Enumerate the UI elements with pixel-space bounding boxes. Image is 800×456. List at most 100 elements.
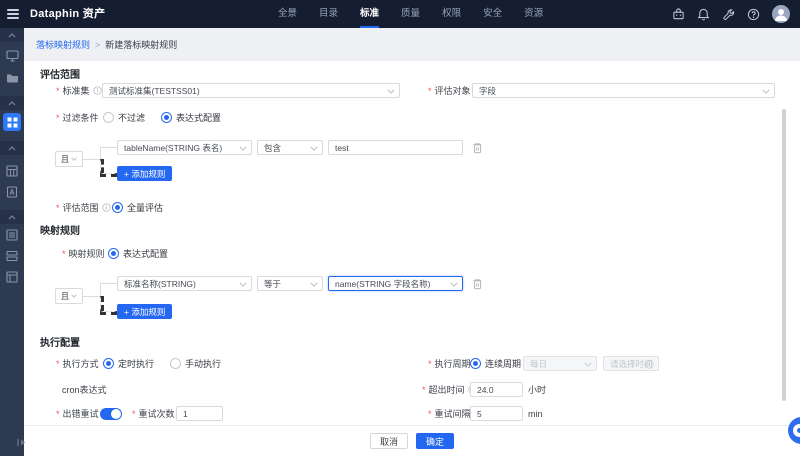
- left-sidebar: [0, 28, 24, 456]
- workbench-icon[interactable]: [672, 8, 685, 21]
- section-title-exec-config: 执行配置: [40, 334, 80, 349]
- mapping-rule-label: * 映射规则: [62, 246, 105, 261]
- chevron-down-icon: [71, 157, 77, 161]
- breadcrumb: 落标映射规则 > 新建落标映射规则: [24, 28, 800, 61]
- brand-logo[interactable]: Dataphin 资产: [30, 0, 105, 28]
- nav-quality[interactable]: 质量: [401, 0, 420, 28]
- nav-standard[interactable]: 标准: [360, 0, 379, 28]
- person-icon: [772, 5, 790, 23]
- radio-manual-execution[interactable]: 手动执行: [170, 357, 221, 370]
- rule1-field-select[interactable]: tableName(STRING 表名): [117, 140, 252, 155]
- delete-rule-icon[interactable]: [472, 278, 483, 290]
- nav-resource[interactable]: 资源: [524, 0, 543, 28]
- rule1-value-input[interactable]: test: [328, 140, 463, 155]
- breadcrumb-separator: >: [95, 40, 100, 50]
- retry-toggle-on[interactable]: [100, 408, 122, 420]
- nav-permission[interactable]: 权限: [442, 0, 461, 28]
- sidebar-group-toggle[interactable]: [0, 28, 24, 42]
- sidebar-group-toggle[interactable]: [0, 210, 24, 224]
- conjunction-select-1[interactable]: 且: [55, 151, 83, 167]
- sidebar-item-mapping-rules-active[interactable]: [0, 113, 24, 131]
- chevron-up-icon: [8, 101, 16, 106]
- nav-security[interactable]: 安全: [483, 0, 502, 28]
- frequency-select-disabled[interactable]: 每日: [523, 356, 597, 371]
- bell-icon[interactable]: [697, 8, 710, 21]
- required-marker: *: [56, 359, 60, 369]
- sidebar-item-list-3[interactable]: [0, 271, 24, 283]
- radio-mapping-expression[interactable]: 表达式配置: [108, 247, 168, 260]
- sidebar-item-dashboard[interactable]: [0, 50, 24, 62]
- eval-object-label: * 评估对象: [428, 83, 471, 98]
- required-marker: *: [56, 409, 60, 419]
- chevron-up-icon: [8, 215, 16, 220]
- book-a-icon: [6, 186, 18, 198]
- rule1-operator-select[interactable]: 包含: [257, 140, 323, 155]
- connector-line: [100, 147, 117, 148]
- help-icon[interactable]: [747, 8, 760, 21]
- delete-rule-icon[interactable]: [472, 142, 483, 154]
- cancel-button[interactable]: 取消: [370, 433, 408, 449]
- rows-icon: [6, 250, 18, 262]
- exec-mode-radio-group: 定时执行 手动执行: [103, 356, 221, 370]
- panel-icon: [6, 271, 18, 283]
- confirm-button[interactable]: 确定: [416, 433, 454, 449]
- form-panel: 评估范围 * 标准集 测试标准集(TESTSS01) * 评估对象 字段 * 过…: [24, 61, 800, 425]
- chevron-down-icon: [239, 146, 247, 151]
- vertical-scrollbar[interactable]: [782, 109, 786, 401]
- add-rule-button-1[interactable]: + 添加规则: [117, 166, 172, 181]
- add-rule-button-2[interactable]: + 添加规则: [117, 304, 172, 319]
- retry-interval-unit: min: [528, 406, 543, 421]
- required-marker: *: [62, 249, 66, 259]
- time-picker-disabled[interactable]: 请选择时间: [603, 356, 659, 371]
- nav-overview[interactable]: 全景: [278, 0, 297, 28]
- exec-mode-label: * 执行方式: [56, 356, 99, 371]
- sidebar-item-dictionary[interactable]: [0, 186, 24, 198]
- retry-label: * 出错重试: [56, 406, 99, 421]
- retry-count-input[interactable]: 1: [176, 406, 223, 421]
- rule2-value-select-focused[interactable]: name(STRING 字段名称): [328, 276, 463, 291]
- tool-icon[interactable]: [722, 8, 735, 21]
- radio-continuous-cycle[interactable]: 连续周期: [470, 357, 521, 370]
- section-title-eval-scope: 评估范围: [40, 66, 80, 81]
- info-icon[interactable]: [93, 86, 102, 95]
- chevron-down-icon: [310, 146, 318, 151]
- user-avatar[interactable]: [772, 5, 790, 23]
- radio-full-evaluation[interactable]: 全量评估: [112, 201, 163, 214]
- retry-count-label: * 重试次数: [132, 406, 175, 421]
- radio-timed-execution[interactable]: 定时执行: [103, 357, 154, 370]
- chevron-down-icon: [762, 89, 770, 94]
- sidebar-expand-handle[interactable]: [16, 434, 27, 452]
- exec-cycle-label: * 执行周期: [428, 356, 471, 371]
- radio-icon: [112, 202, 123, 213]
- sidebar-item-directory[interactable]: [0, 72, 24, 83]
- hamburger-menu-icon[interactable]: [7, 9, 19, 19]
- breadcrumb-parent-link[interactable]: 落标映射规则: [36, 38, 90, 51]
- breadcrumb-current: 新建落标映射规则: [105, 38, 177, 51]
- clock-icon: [645, 360, 654, 369]
- retry-interval-input[interactable]: 5: [470, 406, 523, 421]
- info-icon[interactable]: [102, 203, 111, 212]
- timeout-input[interactable]: 24.0: [470, 382, 523, 397]
- conjunction-select-2[interactable]: 且: [55, 288, 83, 304]
- rule2-operator-select[interactable]: 等于: [257, 276, 323, 291]
- table-icon: [6, 165, 18, 177]
- eval-object-select[interactable]: 字段: [472, 83, 775, 98]
- chevron-up-icon: [8, 33, 16, 38]
- top-nav: 全景 目录 标准 质量 权限 安全 资源: [278, 0, 543, 28]
- required-marker: *: [428, 409, 432, 419]
- sidebar-item-tables[interactable]: [0, 165, 24, 177]
- sidebar-group-toggle[interactable]: [0, 96, 24, 110]
- sidebar-item-list-2[interactable]: [0, 250, 24, 262]
- rule2-field-select[interactable]: 标准名称(STRING): [117, 276, 252, 291]
- sidebar-group-toggle[interactable]: [0, 141, 24, 155]
- standard-set-select[interactable]: 测试标准集(TESTSS01): [102, 83, 400, 98]
- section-title-mapping-rules: 映射规则: [40, 222, 80, 237]
- chevron-down-icon: [310, 282, 318, 287]
- radio-no-filter[interactable]: 不过滤: [103, 111, 145, 124]
- connector-line: [100, 283, 101, 296]
- radio-expression-config[interactable]: 表达式配置: [161, 111, 221, 124]
- list-icon: [6, 229, 18, 241]
- required-marker: *: [428, 86, 432, 96]
- sidebar-item-list-1[interactable]: [0, 229, 24, 241]
- nav-catalog[interactable]: 目录: [319, 0, 338, 28]
